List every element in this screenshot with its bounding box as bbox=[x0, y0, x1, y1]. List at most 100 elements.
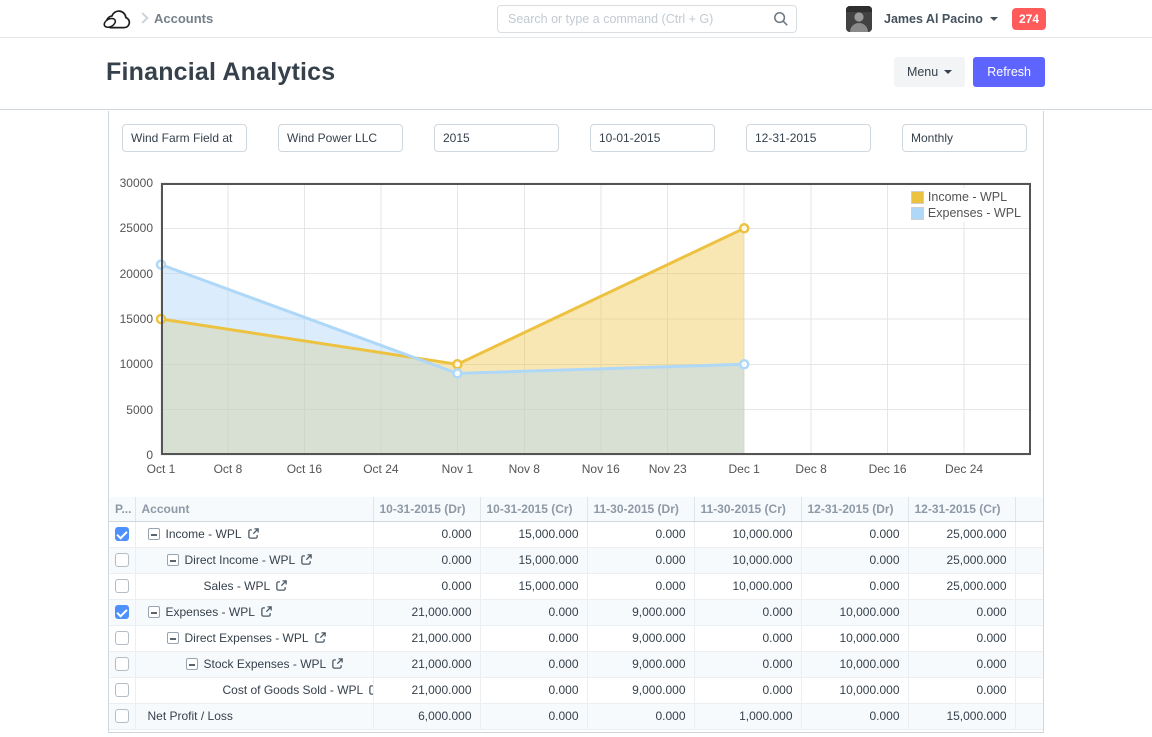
x-axis-label: Oct 8 bbox=[214, 462, 243, 476]
value-cell: 15,000.000 bbox=[480, 547, 587, 573]
plot-checkbox-cell bbox=[109, 547, 135, 573]
search-input[interactable] bbox=[497, 5, 797, 33]
accounts-grid: P...Account10-31-2015 (Dr)10-31-2015 (Cr… bbox=[109, 497, 1043, 730]
plot-checkbox[interactable] bbox=[115, 709, 129, 723]
collapse-icon[interactable] bbox=[186, 658, 198, 670]
open-link-icon[interactable] bbox=[314, 631, 327, 647]
column-header[interactable]: 10-31-2015 (Cr) bbox=[480, 497, 587, 521]
y-axis-label: 15000 bbox=[109, 312, 153, 326]
from-date-filter[interactable] bbox=[590, 124, 715, 152]
filler-cell bbox=[1015, 651, 1043, 677]
value-cell: 10,000.000 bbox=[801, 625, 908, 651]
open-link-icon[interactable] bbox=[331, 657, 344, 673]
chevron-down-icon bbox=[944, 70, 952, 74]
frequency-filter[interactable] bbox=[902, 124, 1027, 152]
y-axis-label: 5000 bbox=[109, 403, 153, 417]
value-cell: 0.000 bbox=[480, 625, 587, 651]
value-cell: 0.000 bbox=[694, 677, 801, 703]
plot-checkbox[interactable] bbox=[115, 657, 129, 671]
x-axis-label: Nov 23 bbox=[649, 462, 687, 476]
plot-checkbox[interactable] bbox=[115, 553, 129, 567]
data-point bbox=[740, 360, 748, 368]
plot-checkbox[interactable] bbox=[115, 605, 129, 619]
plot-checkbox[interactable] bbox=[115, 631, 129, 645]
table-row: Cost of Goods Sold - WPL21,000.0000.0009… bbox=[109, 677, 1043, 703]
value-cell: 0.000 bbox=[801, 521, 908, 547]
breadcrumb[interactable]: Accounts bbox=[154, 11, 213, 26]
account-cell: Expenses - WPL bbox=[135, 599, 373, 625]
legend-swatch-icon bbox=[911, 207, 924, 220]
table-row: Direct Expenses - WPL21,000.0000.0009,00… bbox=[109, 625, 1043, 651]
page-head: Financial Analytics Menu Refresh bbox=[0, 38, 1152, 110]
legend-swatch-icon bbox=[911, 191, 924, 204]
page-actions: Menu Refresh bbox=[894, 57, 1045, 87]
value-cell: 15,000.000 bbox=[480, 573, 587, 599]
account-name: Stock Expenses - WPL bbox=[204, 657, 327, 671]
search-icon[interactable] bbox=[773, 11, 789, 32]
notification-count-badge[interactable]: 274 bbox=[1012, 8, 1046, 30]
navbar: Accounts James Al Pacino 2 bbox=[0, 0, 1152, 38]
column-header[interactable]: P... bbox=[109, 497, 135, 521]
value-cell: 0.000 bbox=[587, 547, 694, 573]
collapse-icon[interactable] bbox=[167, 632, 179, 644]
refresh-button[interactable]: Refresh bbox=[973, 57, 1045, 87]
column-header[interactable]: 12-31-2015 (Cr) bbox=[908, 497, 1015, 521]
y-axis-label: 10000 bbox=[109, 357, 153, 371]
column-header[interactable]: 11-30-2015 (Cr) bbox=[694, 497, 801, 521]
open-link-icon[interactable] bbox=[275, 579, 288, 595]
collapse-icon[interactable] bbox=[167, 554, 179, 566]
app-logo-icon[interactable] bbox=[99, 7, 135, 32]
account-filter[interactable] bbox=[122, 124, 247, 152]
account-name: Expenses - WPL bbox=[166, 605, 255, 619]
column-header[interactable]: 12-31-2015 (Dr) bbox=[801, 497, 908, 521]
user-menu[interactable]: James Al Pacino bbox=[846, 6, 998, 32]
value-cell: 21,000.000 bbox=[373, 599, 480, 625]
value-cell: 0.000 bbox=[373, 573, 480, 599]
collapse-icon[interactable] bbox=[148, 528, 160, 540]
x-axis-label: Nov 1 bbox=[442, 462, 473, 476]
menu-button-label: Menu bbox=[907, 65, 938, 79]
value-cell: 10,000.000 bbox=[801, 599, 908, 625]
value-cell: 9,000.000 bbox=[587, 651, 694, 677]
filler-cell bbox=[1015, 547, 1043, 573]
fiscal-year-filter[interactable] bbox=[434, 124, 559, 152]
column-header[interactable]: 11-30-2015 (Dr) bbox=[587, 497, 694, 521]
value-cell: 9,000.000 bbox=[587, 599, 694, 625]
legend-item: Income - WPL bbox=[911, 189, 1021, 205]
account-cell: Direct Income - WPL bbox=[135, 547, 373, 573]
plot-checkbox[interactable] bbox=[115, 579, 129, 593]
menu-button[interactable]: Menu bbox=[894, 57, 965, 87]
open-link-icon[interactable] bbox=[260, 605, 273, 621]
value-cell: 15,000.000 bbox=[480, 521, 587, 547]
value-cell: 25,000.000 bbox=[908, 547, 1015, 573]
company-filter[interactable] bbox=[278, 124, 403, 152]
column-header[interactable]: Account bbox=[135, 497, 373, 521]
plot-checkbox-cell bbox=[109, 651, 135, 677]
account-cell: Net Profit / Loss bbox=[135, 703, 373, 729]
table-row: Income - WPL0.00015,000.0000.00010,000.0… bbox=[109, 521, 1043, 547]
table-row: Net Profit / Loss6,000.0000.0000.0001,00… bbox=[109, 703, 1043, 729]
to-date-filter[interactable] bbox=[746, 124, 871, 152]
legend-label: Expenses - WPL bbox=[928, 206, 1021, 220]
value-cell: 0.000 bbox=[908, 677, 1015, 703]
column-header[interactable]: 10-31-2015 (Dr) bbox=[373, 497, 480, 521]
collapse-icon[interactable] bbox=[148, 606, 160, 618]
user-avatar bbox=[846, 6, 872, 32]
x-axis-label: Dec 1 bbox=[728, 462, 759, 476]
plot-checkbox[interactable] bbox=[115, 527, 129, 541]
open-link-icon[interactable] bbox=[300, 553, 313, 569]
value-cell: 0.000 bbox=[587, 703, 694, 729]
value-cell: 0.000 bbox=[908, 651, 1015, 677]
x-axis-label: Dec 16 bbox=[869, 462, 907, 476]
open-link-icon[interactable] bbox=[368, 683, 373, 699]
plot-checkbox[interactable] bbox=[115, 683, 129, 697]
chart: Income - WPLExpenses - WPL 0500010000150… bbox=[109, 163, 1043, 481]
open-link-icon[interactable] bbox=[247, 527, 260, 543]
plot-checkbox-cell bbox=[109, 625, 135, 651]
account-name: Income - WPL bbox=[166, 527, 242, 541]
value-cell: 10,000.000 bbox=[694, 521, 801, 547]
plot-checkbox-cell bbox=[109, 703, 135, 729]
y-axis-label: 30000 bbox=[109, 176, 153, 190]
plot-checkbox-cell bbox=[109, 573, 135, 599]
value-cell: 0.000 bbox=[908, 599, 1015, 625]
